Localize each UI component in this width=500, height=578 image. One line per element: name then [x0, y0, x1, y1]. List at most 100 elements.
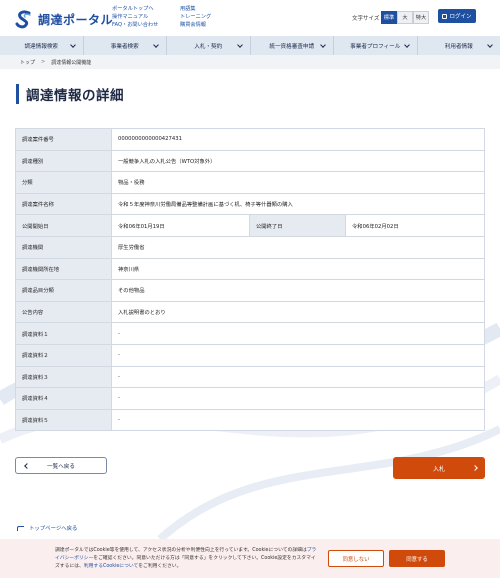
row-value: 令和５年度神奈川労働局備品等整備計画に基づく机、椅子等什器類の購入 — [111, 192, 485, 216]
bid-button[interactable]: 入札 — [393, 457, 485, 479]
nav-item-qualification[interactable]: 統一資格審査申請 — [251, 36, 334, 55]
row-value: - — [111, 387, 485, 410]
purchasing-info-link[interactable]: 購買会情報 — [180, 21, 211, 29]
lock-icon — [442, 13, 448, 19]
row-value: 令和06年02月02日 — [345, 214, 485, 237]
faq-link[interactable]: FAQ・お問い合わせ — [112, 21, 158, 29]
row-label: 調達資料５ — [15, 408, 112, 432]
nav-item-procurement-search[interactable]: 調達情報検索 — [0, 36, 84, 55]
row-value: 厚生労働省 — [111, 235, 485, 259]
breadcrumb: トップ > 調達情報公開機能 — [0, 55, 500, 69]
manual-link[interactable]: 操作マニュアル — [112, 13, 158, 21]
nav-item-business-search[interactable]: 事業者検索 — [84, 36, 167, 55]
nav-item-label: 入札・契約 — [194, 43, 223, 50]
table-row: 分類 物品・役務 — [15, 171, 485, 194]
table-row: 調達資料４ - — [15, 387, 485, 410]
row-label: 調達種別 — [15, 149, 112, 173]
row-label: 調達資料２ — [15, 343, 112, 367]
page-title-block: 調達情報の詳細 — [16, 84, 124, 104]
row-label: 分類 — [15, 171, 112, 194]
row-value: 令和06年01月19日 — [111, 214, 250, 237]
cookie-text-part: 調達ポータルではCookie等を使用して、アクセス状況の分析や利便性向上を行って… — [55, 548, 307, 553]
row-value: - — [111, 408, 485, 432]
font-size-label: 文字サイズ — [352, 16, 380, 22]
table-row: 調達種別 一般競争入札の入札公告（WTO対象外） — [15, 149, 485, 173]
font-size-switcher: 標準 大 特大 — [381, 11, 429, 24]
logo-text: 調達ポータル — [38, 12, 114, 27]
row-label: 公開終了日 — [249, 214, 346, 237]
portal-top-link[interactable]: ポータルトップへ — [112, 5, 158, 13]
login-button[interactable]: ログイン — [438, 9, 476, 23]
table-row: 調達資料１ - — [15, 322, 485, 345]
back-to-list-label: 一覧へ戻る — [47, 463, 75, 470]
row-value: - — [111, 365, 485, 389]
bid-label: 入札 — [432, 465, 445, 473]
table-row: 調達資料２ - — [15, 343, 485, 367]
row-value: 物品・役務 — [111, 171, 485, 194]
row-label: 調達機関所在地 — [15, 257, 112, 281]
table-row: 調達資料３ - — [15, 365, 485, 389]
row-value: 一般競争入札の入札公告（WTO対象外） — [111, 149, 485, 173]
cookie-accept-button[interactable]: 同意する — [389, 550, 445, 567]
global-nav: 調達情報検索 事業者検索 入札・契約 統一資格審査申請 事業者プロフィール 利用… — [0, 36, 500, 55]
chevron-down-icon — [69, 42, 76, 48]
row-label: 調達機関 — [15, 235, 112, 259]
nav-item-business-profile[interactable]: 事業者プロフィール — [334, 36, 418, 55]
header-links-secondary: 用語集 トレーニング 購買会情報 — [180, 5, 211, 29]
nav-item-bid-contract[interactable]: 入札・契約 — [167, 36, 251, 55]
page-title: 調達情報の詳細 — [26, 88, 124, 104]
table-row: 調達案件名称 令和５年度神奈川労働局備品等整備計画に基づく机、椅子等什器類の購入 — [15, 192, 485, 216]
nav-item-label: 事業者プロフィール — [350, 43, 401, 50]
chevron-down-icon — [403, 42, 410, 48]
chevron-down-icon — [487, 42, 493, 48]
row-label: 調達資料１ — [15, 322, 112, 345]
cookie-deny-button[interactable]: 同意しない — [328, 550, 384, 567]
row-label: 調達案件番号 — [15, 128, 112, 151]
back-to-top-label: トップページへ戻る — [29, 526, 78, 532]
site-logo[interactable]: 調達ポータル — [14, 9, 113, 29]
font-size-standard-button[interactable]: 標準 — [381, 11, 397, 24]
table-row: 公開開始日 令和06年01月19日 公開終了日 令和06年02月02日 — [15, 214, 485, 237]
table-row: 調達案件番号 0000000000000427431 — [15, 128, 485, 151]
row-label: 調達案件名称 — [15, 192, 112, 216]
row-label: 公告内容 — [15, 300, 112, 324]
table-row: 調達資料５ - — [15, 408, 485, 432]
nav-item-label: 事業者検索 — [110, 43, 139, 50]
row-label: 調達資料４ — [15, 387, 112, 410]
nav-item-label: 利用者情報 — [444, 43, 473, 50]
chevron-right-icon: > — [41, 59, 46, 65]
row-value: 入札説明書のとおり — [111, 300, 485, 324]
nav-item-label: 統一資格審査申請 — [269, 43, 315, 50]
back-to-list-button[interactable]: 一覧へ戻る — [15, 457, 107, 474]
header-links-primary: ポータルトップへ 操作マニュアル FAQ・お問い合わせ — [112, 5, 158, 29]
training-link[interactable]: トレーニング — [180, 13, 211, 21]
glossary-link[interactable]: 用語集 — [180, 5, 211, 13]
row-label: 調達資料３ — [15, 365, 112, 389]
breadcrumb-home[interactable]: トップ — [20, 59, 35, 66]
chevron-down-icon — [320, 42, 326, 48]
row-label: 公開開始日 — [15, 214, 112, 237]
chevron-down-icon — [153, 42, 159, 48]
procurement-detail-table: 調達案件番号 0000000000000427431 調達種別 一般競争入札の入… — [15, 128, 485, 432]
login-label: ログイン — [449, 14, 472, 20]
row-label: 調達品目分類 — [15, 279, 112, 302]
row-value: 神奈川県 — [111, 257, 485, 281]
back-to-top-link[interactable]: トップページへ戻る — [17, 524, 77, 532]
chevron-down-icon — [236, 42, 243, 48]
font-size-xlarge-button[interactable]: 特大 — [413, 11, 429, 24]
table-row: 調達品目分類 その他物品 — [15, 279, 485, 302]
cookie-message: 調達ポータルではCookie等を使用して、アクセス状況の分析や利便性向上を行って… — [55, 547, 317, 571]
return-arrow-icon — [17, 525, 24, 531]
row-value: 0000000000000427431 — [111, 128, 485, 151]
cookie-usage-link[interactable]: 利用するCookieについて — [84, 564, 138, 569]
chevron-right-icon — [472, 465, 478, 471]
nav-item-user-info[interactable]: 利用者情報 — [418, 36, 500, 55]
site-header: 調達ポータル ポータルトップへ 操作マニュアル FAQ・お問い合わせ 用語集 ト… — [0, 0, 500, 36]
table-row: 調達機関所在地 神奈川県 — [15, 257, 485, 281]
table-row: 調達機関 厚生労働省 — [15, 235, 485, 259]
font-size-large-button[interactable]: 大 — [397, 11, 413, 24]
table-row: 公告内容 入札説明書のとおり — [15, 300, 485, 324]
cookie-text-part: をご利用ください。 — [138, 564, 182, 569]
breadcrumb-current: 調達情報公開機能 — [51, 59, 92, 66]
title-accent-bar — [16, 84, 19, 104]
